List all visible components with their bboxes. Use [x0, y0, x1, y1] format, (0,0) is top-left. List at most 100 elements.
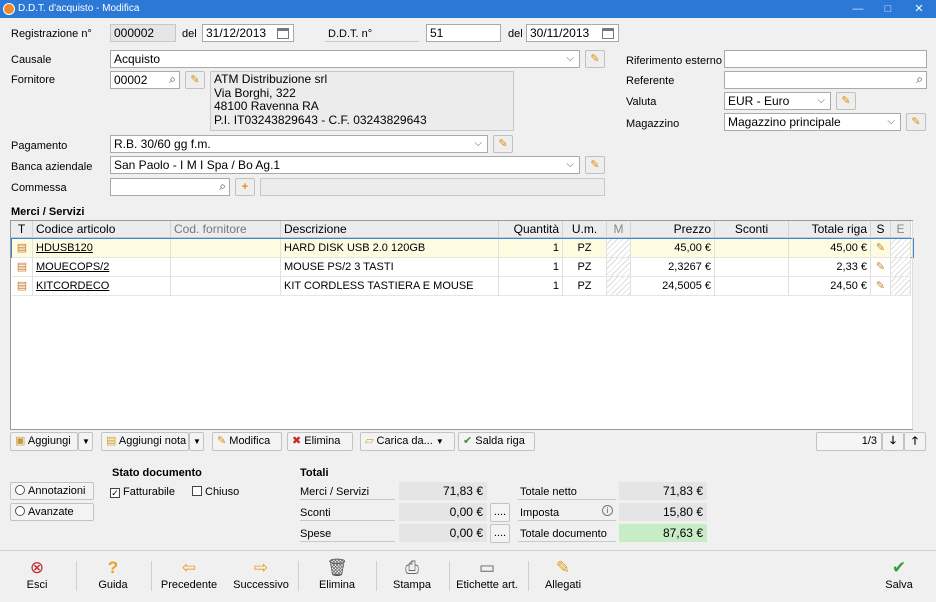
cell-quantita: 1 — [499, 258, 563, 277]
annotazioni-radio[interactable]: Annotazioni — [10, 482, 94, 500]
table-row[interactable]: ▤ KITCORDECO KIT CORDLESS TASTIERA E MOU… — [12, 277, 912, 296]
aggiungi-button[interactable]: ▣ Aggiungi — [10, 432, 78, 451]
cell-m — [607, 239, 631, 258]
guida-button[interactable]: ? Guida — [92, 557, 134, 591]
commessa-label: Commessa — [11, 182, 67, 194]
allegati-button[interactable]: ✎ Allegati — [542, 557, 584, 591]
chevron-down-icon: ▼ — [82, 437, 90, 446]
arrow-down-button[interactable]: 🡓 — [882, 432, 904, 451]
spese-ellipsis-button[interactable]: .... — [490, 524, 510, 543]
registrazione-field[interactable]: 000002 — [110, 24, 176, 42]
calendar-icon[interactable] — [602, 28, 614, 39]
maximize-button[interactable]: □ — [874, 0, 902, 18]
col-header-prezzo[interactable]: Prezzo — [631, 221, 715, 238]
banca-select[interactable]: San Paolo - I M I Spa / Bo Ag.1 ⌵ — [110, 156, 580, 174]
stampa-button[interactable]: ⎙ Stampa — [390, 557, 434, 591]
table-row[interactable]: ▤ HDUSB120 HARD DISK USB 2.0 120GB 1 PZ … — [11, 238, 914, 258]
col-header-sconti[interactable]: Sconti — [715, 221, 789, 238]
search-icon[interactable]: ⌕ — [916, 72, 923, 87]
scrollbar-track[interactable] — [912, 221, 913, 429]
table-row[interactable]: ▤ MOUECOPS/2 MOUSE PS/2 3 TASTI 1 PZ 2,3… — [12, 258, 912, 277]
cell-sconti — [715, 258, 789, 277]
search-icon[interactable]: ⌕ — [169, 72, 176, 87]
separator — [376, 561, 377, 591]
radio-circle — [15, 506, 25, 516]
precedente-button[interactable]: ⇦ Precedente — [160, 557, 218, 591]
elimina-button[interactable]: 🗑 Elimina — [315, 557, 359, 591]
ddt-number-field[interactable]: 51 — [426, 24, 501, 42]
pencil-icon: ✎ — [841, 95, 851, 107]
causale-select[interactable]: Acquisto ⌵ — [110, 50, 580, 68]
salva-button[interactable]: ✔ Salva — [878, 557, 920, 591]
ddt-date-field[interactable]: 30/11/2013 — [526, 24, 619, 42]
valuta-select[interactable]: EUR - Euro ⌵ — [724, 92, 831, 110]
bottom-toolbar: ⊗ Esci ? Guida ⇦ Precedente ⇨ Successivo 🗑 El… — [0, 550, 936, 602]
note-icon[interactable]: ✎ — [871, 277, 891, 296]
col-header-s[interactable]: S — [871, 221, 891, 238]
help-icon: ? — [107, 558, 119, 577]
edit-banca-button[interactable]: ✎ — [585, 156, 605, 174]
spese-value: 0,00 € — [399, 524, 487, 542]
articles-grid[interactable]: T Codice articolo Cod. fornitore Descriz… — [10, 220, 914, 430]
note-icon[interactable]: ✎ — [871, 239, 891, 258]
col-header-e[interactable]: E — [891, 221, 911, 238]
registrazione-date-field[interactable]: 31/12/2013 — [202, 24, 294, 42]
note-icon[interactable]: ✎ — [871, 258, 891, 277]
edit-fornitore-button[interactable]: ✎ — [185, 71, 205, 89]
col-header-cod-fornitore[interactable]: Cod. fornitore — [171, 221, 281, 238]
info-icon[interactable]: i — [602, 505, 613, 516]
close-button[interactable]: ✕ — [905, 0, 933, 18]
cell-codice[interactable]: HDUSB120 — [33, 239, 171, 258]
col-header-t[interactable]: T — [11, 221, 33, 238]
chiuso-checkbox[interactable]: Chiuso — [192, 486, 239, 498]
col-header-descrizione[interactable]: Descrizione — [281, 221, 499, 238]
riferimento-field[interactable] — [724, 50, 927, 68]
check-icon: ✔ — [463, 435, 473, 447]
col-header-quantita[interactable]: Quantità — [499, 221, 563, 238]
modifica-button[interactable]: ✎ Modifica — [212, 432, 282, 451]
successivo-button[interactable]: ⇨ Successivo — [232, 557, 290, 591]
chevron-down-icon: ⌵ — [817, 95, 825, 106]
salda-riga-button[interactable]: ✔ Salda riga — [458, 432, 535, 451]
referente-field[interactable]: ⌕ — [724, 71, 927, 89]
pagamento-select[interactable]: R.B. 30/60 gg f.m. ⌵ — [110, 135, 488, 153]
search-icon[interactable]: ⌕ — [219, 179, 226, 194]
elimina-label: Elimina — [304, 435, 341, 447]
cell-codice[interactable]: KITCORDECO — [33, 277, 171, 296]
calendar-icon[interactable] — [277, 28, 289, 39]
window-title: D.D.T. d'acquisto - Modifica — [18, 3, 140, 14]
esci-label: Esci — [26, 579, 48, 591]
imposta-label: Imposta — [520, 507, 560, 519]
successivo-label: Successivo — [233, 579, 289, 591]
col-header-totale[interactable]: Totale riga — [789, 221, 871, 238]
arrow-up-button[interactable]: 🡑 — [904, 432, 926, 451]
fatturabile-checkbox[interactable]: ✓ Fatturabile — [110, 486, 175, 498]
avanzate-radio[interactable]: Avanzate — [10, 503, 94, 521]
edit-pagamento-button[interactable]: ✎ — [493, 135, 513, 153]
etichette-button[interactable]: ▭ Etichette art. — [456, 557, 518, 591]
edit-magazzino-button[interactable]: ✎ — [906, 113, 926, 131]
stampa-label: Stampa — [393, 579, 431, 591]
carica-da-button[interactable]: ▱ Carica da... ▼ — [360, 432, 455, 451]
merci-row: Merci / Servizi — [300, 482, 395, 500]
col-header-m[interactable]: M — [607, 221, 631, 238]
esci-button[interactable]: ⊗ Esci — [14, 557, 60, 591]
cell-codice[interactable]: MOUECOPS/2 — [33, 258, 171, 277]
fornitore-code-field[interactable]: 00002 ⌕ — [110, 71, 180, 89]
magazzino-select[interactable]: Magazzino principale ⌵ — [724, 113, 901, 131]
minimize-button[interactable]: — — [844, 0, 872, 18]
radio-circle — [15, 485, 25, 495]
edit-causale-button[interactable]: ✎ — [585, 50, 605, 68]
aggiungi-nota-button[interactable]: ▤ Aggiungi nota — [101, 432, 189, 451]
add-commessa-button[interactable]: + — [235, 178, 255, 196]
title-bar: D.D.T. d'acquisto - Modifica — □ ✕ — [0, 0, 936, 18]
col-header-um[interactable]: U.m. — [563, 221, 607, 238]
aggiungi-dropdown[interactable]: ▼ — [78, 432, 93, 451]
edit-valuta-button[interactable]: ✎ — [836, 92, 856, 110]
cell-descrizione: MOUSE PS/2 3 TASTI — [281, 258, 499, 277]
sconti-ellipsis-button[interactable]: .... — [490, 503, 510, 522]
aggiungi-nota-dropdown[interactable]: ▼ — [189, 432, 204, 451]
commessa-field[interactable]: ⌕ — [110, 178, 230, 196]
elimina-riga-button[interactable]: ✖ Elimina — [287, 432, 353, 451]
col-header-codice[interactable]: Codice articolo — [33, 221, 171, 238]
